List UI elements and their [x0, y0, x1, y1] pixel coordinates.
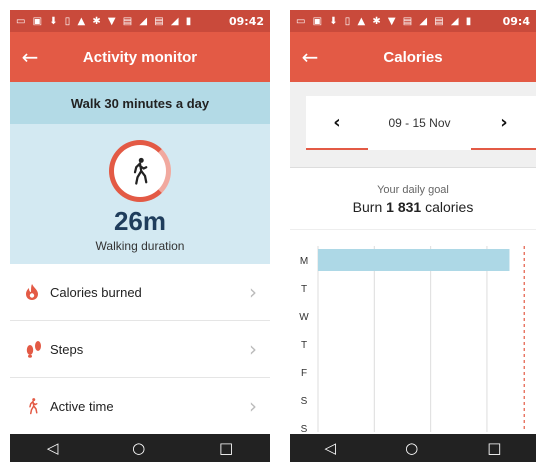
day-label: M	[300, 256, 308, 267]
walking-person-icon	[24, 395, 50, 417]
date-range: 09 - 15 Nov	[368, 96, 471, 150]
activity-summary: Walk 30 minutes a day 26m Walking durati…	[10, 82, 270, 264]
daily-goal: Your daily goal Burn 1 831 calories	[290, 168, 536, 230]
nav-recent-icon[interactable]: □	[219, 439, 233, 457]
back-arrow-icon[interactable]: ←	[10, 45, 50, 69]
day-label: S	[301, 396, 308, 407]
calories-chart: M T W T F S S	[299, 246, 525, 432]
app-bar: ← Activity monitor	[10, 32, 270, 82]
activity-menu: Calories burned › Steps › Active time ›	[10, 264, 270, 435]
menu-item-calories[interactable]: Calories burned ›	[10, 264, 270, 321]
next-week-button[interactable]: ›	[471, 96, 536, 150]
chevron-right-icon: ›	[249, 337, 257, 361]
walking-person-icon	[133, 157, 148, 185]
daily-goal-label: Your daily goal	[377, 184, 449, 196]
status-time: 09:42	[228, 14, 264, 28]
day-label: S	[301, 424, 308, 432]
walking-duration-label: Walking duration	[95, 239, 185, 253]
day-label: T	[301, 284, 307, 295]
chevron-right-icon: ›	[500, 111, 508, 133]
walking-duration-value: 26m	[113, 206, 167, 236]
calorie-bar	[318, 249, 510, 271]
back-arrow-icon[interactable]: ←	[290, 45, 330, 69]
app-bar: ← Calories	[290, 32, 536, 82]
menu-item-label: Calories burned	[50, 284, 142, 300]
status-time: 09:4	[502, 14, 530, 28]
week-selector: ‹ 09 - 15 Nov ›	[290, 82, 536, 168]
daily-goal-prefix: Burn	[352, 199, 387, 215]
page-title: Calories	[383, 48, 443, 66]
menu-item-label: Active time	[50, 398, 114, 414]
day-label: W	[299, 312, 309, 323]
menu-item-steps[interactable]: Steps ›	[10, 321, 270, 378]
status-icons: ▭ ▣ ⬇ ▯ ▲ ✱ ▼ ▤ ◢ ▤ ◢ ▮	[16, 15, 194, 27]
footprints-icon	[24, 338, 50, 360]
daily-goal-value: 1 831	[386, 199, 422, 215]
nav-back-icon[interactable]: ◁	[47, 439, 59, 457]
system-nav-bar: ◁ ○ □	[290, 434, 536, 462]
nav-home-icon[interactable]: ○	[132, 439, 145, 457]
activity-monitor-screen: ▭ ▣ ⬇ ▯ ▲ ✱ ▼ ▤ ◢ ▤ ◢ ▮ 09:42 ← Activity…	[10, 10, 270, 462]
menu-item-active-time[interactable]: Active time ›	[10, 378, 270, 435]
status-icons: ▭ ▣ ⬇ ▯ ▲ ✱ ▼ ▤ ◢ ▤ ◢ ▮	[296, 15, 474, 27]
day-label: F	[301, 368, 307, 379]
goal-banner: Walk 30 minutes a day	[10, 82, 270, 124]
nav-back-icon[interactable]: ◁	[325, 439, 337, 457]
nav-home-icon[interactable]: ○	[405, 439, 418, 457]
nav-recent-icon[interactable]: □	[487, 439, 501, 457]
chevron-right-icon: ›	[249, 394, 257, 418]
calories-screen: ▭ ▣ ⬇ ▯ ▲ ✱ ▼ ▤ ◢ ▤ ◢ ▮ 09:4 ← Calories …	[290, 10, 536, 462]
flame-icon	[24, 281, 50, 303]
chevron-right-icon: ›	[249, 280, 257, 304]
status-bar: ▭ ▣ ⬇ ▯ ▲ ✱ ▼ ▤ ◢ ▤ ◢ ▮ 09:4	[290, 10, 536, 32]
menu-item-label: Steps	[50, 341, 84, 357]
daily-goal-text: Burn 1 831 calories	[290, 199, 536, 215]
system-nav-bar: ◁ ○ □	[10, 434, 270, 462]
daily-goal-suffix: calories	[421, 199, 474, 215]
page-title: Activity monitor	[82, 48, 198, 66]
chevron-left-icon: ‹	[333, 111, 341, 133]
previous-week-button[interactable]: ‹	[306, 96, 368, 150]
day-label: T	[301, 340, 307, 351]
status-bar: ▭ ▣ ⬇ ▯ ▲ ✱ ▼ ▤ ◢ ▤ ◢ ▮ 09:42	[10, 10, 270, 32]
progress-ring	[109, 140, 171, 202]
